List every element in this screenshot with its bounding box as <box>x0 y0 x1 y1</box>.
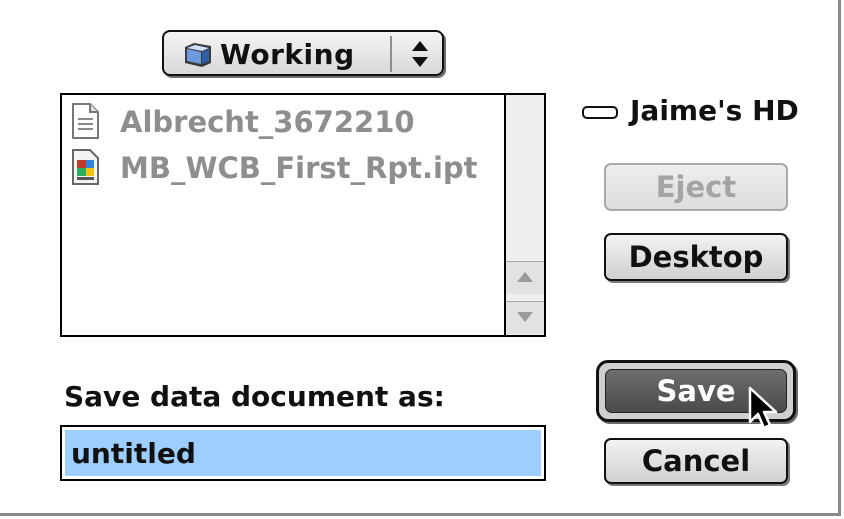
folder-icon <box>185 43 211 67</box>
save-as-label: Save data document as: <box>64 380 445 413</box>
mouse-pointer-icon <box>748 386 778 430</box>
file-name: Albrecht_3672210 <box>120 105 415 139</box>
up-down-arrows-icon <box>412 41 428 67</box>
folder-popup-label: Working <box>220 38 355 71</box>
application-document-icon <box>72 149 99 185</box>
popup-divider <box>390 36 392 72</box>
folder-popup-menu[interactable]: Working <box>162 30 444 76</box>
up-arrow-icon <box>517 272 533 282</box>
hard-disk-icon <box>582 106 618 119</box>
text-document-icon <box>72 103 99 139</box>
save-dialog: Working Albrecht_3672210 MB_WCB_First_Rp… <box>0 0 841 516</box>
scroll-up-button[interactable] <box>506 261 544 294</box>
down-arrow-icon <box>517 312 533 322</box>
desktop-button[interactable]: Desktop <box>604 233 788 281</box>
file-name: MB_WCB_First_Rpt.ipt <box>120 151 478 185</box>
volume-name: Jaime's HD <box>630 94 799 127</box>
scroll-down-button[interactable] <box>506 301 544 334</box>
filename-field-frame <box>60 425 546 481</box>
file-list[interactable]: Albrecht_3672210 MB_WCB_First_Rpt.ipt <box>60 93 546 337</box>
vertical-scrollbar[interactable] <box>504 95 544 335</box>
eject-button[interactable]: Eject <box>604 163 788 211</box>
filename-input[interactable] <box>65 430 541 476</box>
cancel-button[interactable]: Cancel <box>604 438 788 484</box>
